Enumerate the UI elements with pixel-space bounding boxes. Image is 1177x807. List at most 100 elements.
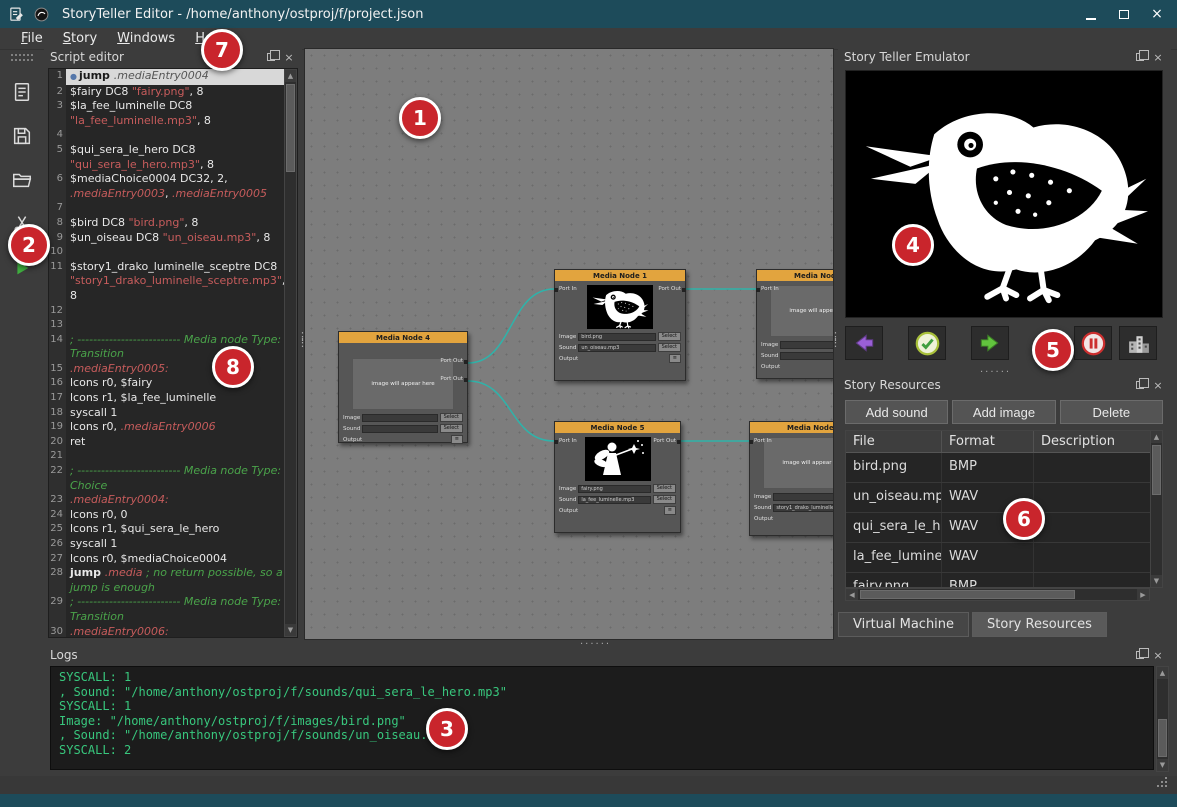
minimize-button[interactable] xyxy=(1077,4,1105,24)
code-line[interactable]: 12 xyxy=(49,304,297,319)
select-button[interactable]: Select xyxy=(658,332,681,341)
table-row[interactable]: bird.pngBMP xyxy=(846,453,1151,483)
port-dot[interactable] xyxy=(677,440,681,444)
media-node-title[interactable]: Media Node 2 xyxy=(757,270,834,281)
menu-story[interactable]: Story xyxy=(54,29,106,48)
code-line[interactable]: 16lcons r0, $fairy xyxy=(49,376,297,391)
buildings-button[interactable] xyxy=(1119,326,1157,360)
select-button[interactable]: Select xyxy=(653,484,676,493)
port-dot[interactable] xyxy=(756,288,760,292)
code-line[interactable]: 11$story1_drako_luminelle_sceptre DC8 "s… xyxy=(49,260,297,304)
menu-file[interactable]: File xyxy=(12,29,52,48)
resources-panel-titlebar[interactable]: Story Resources × xyxy=(838,376,1171,394)
scroll-down-arrow[interactable]: ▼ xyxy=(1151,575,1162,587)
scroll-up-arrow[interactable]: ▲ xyxy=(1151,431,1162,443)
table-row[interactable]: qui_sera_le_h...WAV xyxy=(846,513,1151,543)
code-line[interactable]: 17lcons r1, $la_fee_luminelle xyxy=(49,391,297,406)
close-panel-icon[interactable]: × xyxy=(282,51,296,64)
select-button[interactable]: Select xyxy=(440,424,463,433)
select-button[interactable]: Select xyxy=(653,495,676,504)
title-bar[interactable]: StoryTeller Editor - /home/anthony/ostpr… xyxy=(0,0,1177,28)
back-arrow-button[interactable] xyxy=(845,326,883,360)
splitter-handle[interactable]: ...... xyxy=(580,636,611,647)
logs-titlebar[interactable]: Logs × xyxy=(44,646,1171,664)
tab-virtual-machine[interactable]: Virtual Machine xyxy=(838,612,969,637)
code-line[interactable]: 7 xyxy=(49,201,297,216)
new-script-button[interactable] xyxy=(7,77,37,107)
code-line[interactable]: 14; -------------------------- Media nod… xyxy=(49,333,297,362)
delete-button[interactable]: Delete xyxy=(1060,400,1163,424)
code-line[interactable]: 4 xyxy=(49,128,297,143)
table-row[interactable]: fairy.pngBMP xyxy=(846,573,1151,588)
tab-story-resources[interactable]: Story Resources xyxy=(972,612,1107,637)
scroll-down-arrow[interactable]: ▼ xyxy=(1157,759,1168,771)
float-panel-icon[interactable] xyxy=(1133,379,1147,392)
output-button[interactable]: ≡ xyxy=(669,354,681,363)
code-line[interactable]: 5$qui_sera_le_hero DC8 "qui_sera_le_hero… xyxy=(49,143,297,172)
resize-grip[interactable] xyxy=(1157,777,1169,789)
pause-button[interactable] xyxy=(1074,326,1112,360)
scroll-up-arrow[interactable]: ▲ xyxy=(1157,667,1168,679)
port-dot[interactable] xyxy=(554,288,558,292)
scroll-thumb[interactable] xyxy=(1152,445,1161,495)
close-button[interactable]: × xyxy=(1143,4,1171,24)
code-line[interactable]: 10 xyxy=(49,245,297,260)
table-row[interactable]: un_oiseau.mp3WAV xyxy=(846,483,1151,513)
port-dot[interactable] xyxy=(749,440,753,444)
code-line[interactable]: 28jump .media ; no return possible, so a… xyxy=(49,566,297,595)
save-button[interactable] xyxy=(7,121,37,151)
select-button[interactable]: Select xyxy=(440,413,463,422)
output-button[interactable]: ≡ xyxy=(451,435,463,444)
code-line[interactable]: 24lcons r0, 0 xyxy=(49,508,297,523)
node-graph-canvas[interactable]: Media Node 4Port OutPort Outimage will a… xyxy=(304,48,834,640)
code-line[interactable]: 9$un_oiseau DC8 "un_oiseau.mp3", 8 xyxy=(49,231,297,246)
scroll-left-arrow[interactable]: ◀ xyxy=(846,589,858,600)
float-panel-icon[interactable] xyxy=(1133,51,1147,64)
script-editor-titlebar[interactable]: Script editor × xyxy=(44,48,302,66)
code-editor[interactable]: 1●jump .mediaEntry00042$fairy DC8 "fairy… xyxy=(48,68,298,638)
port-dot[interactable] xyxy=(682,288,686,292)
code-line[interactable]: 13 xyxy=(49,318,297,333)
scroll-down-arrow[interactable]: ▼ xyxy=(285,624,296,636)
forward-arrow-button[interactable] xyxy=(971,326,1009,360)
float-panel-icon[interactable] xyxy=(1133,649,1147,662)
scroll-thumb[interactable] xyxy=(1158,719,1167,757)
column-header[interactable]: Format xyxy=(942,431,1034,452)
media-node[interactable]: Media Node 3Port Inimage will appear her… xyxy=(749,421,834,536)
media-node[interactable]: Media Node 4Port OutPort Outimage will a… xyxy=(338,331,468,443)
code-line[interactable]: 29; -------------------------- Media nod… xyxy=(49,595,297,624)
port-dot[interactable] xyxy=(554,440,558,444)
emulator-panel-titlebar[interactable]: Story Teller Emulator × xyxy=(838,48,1171,66)
code-line[interactable]: 30.mediaEntry0006: xyxy=(49,625,297,637)
toolbar-handle[interactable] xyxy=(11,54,33,61)
table-row[interactable]: la_fee_lumine...WAV xyxy=(846,543,1151,573)
media-node[interactable]: Media Node 5Port InPort Out Imagefairy.p… xyxy=(554,421,681,533)
code-line[interactable]: 21 xyxy=(49,449,297,464)
logs-scrollbar[interactable]: ▲ ▼ xyxy=(1156,666,1169,772)
media-node-title[interactable]: Media Node 3 xyxy=(750,422,834,433)
media-node-title[interactable]: Media Node 1 xyxy=(555,270,685,281)
port-dot[interactable] xyxy=(464,360,468,364)
code-line[interactable]: 6$mediaChoice0004 DC32, 2, .mediaEntry00… xyxy=(49,172,297,201)
code-line[interactable]: 8$bird DC8 "bird.png", 8 xyxy=(49,216,297,231)
table-scrollbar-vertical[interactable]: ▲ ▼ xyxy=(1150,430,1163,588)
float-panel-icon[interactable] xyxy=(264,51,278,64)
code-line[interactable]: 22; -------------------------- Media nod… xyxy=(49,464,297,493)
media-node-title[interactable]: Media Node 5 xyxy=(555,422,680,433)
resource-table[interactable]: FileFormatDescription bird.pngBMPun_oise… xyxy=(845,430,1163,588)
maximize-button[interactable] xyxy=(1110,4,1138,24)
output-button[interactable]: ≡ xyxy=(664,506,676,515)
menu-windows[interactable]: Windows xyxy=(108,29,184,48)
open-button[interactable] xyxy=(7,165,37,195)
close-panel-icon[interactable]: × xyxy=(1151,379,1165,392)
scroll-thumb[interactable] xyxy=(286,84,295,172)
code-line[interactable]: 19lcons r0, .mediaEntry0006 xyxy=(49,420,297,435)
scroll-thumb[interactable] xyxy=(860,590,1075,599)
scroll-right-arrow[interactable]: ▶ xyxy=(1137,589,1149,600)
table-scrollbar-horizontal[interactable]: ◀ ▶ xyxy=(845,588,1150,601)
log-output[interactable]: SYSCALL: 1, Sound: "/home/anthony/ostpro… xyxy=(50,666,1154,770)
close-panel-icon[interactable]: × xyxy=(1151,649,1165,662)
code-line[interactable]: 26syscall 1 xyxy=(49,537,297,552)
column-header[interactable]: File xyxy=(846,431,942,452)
scroll-up-arrow[interactable]: ▲ xyxy=(285,70,296,82)
